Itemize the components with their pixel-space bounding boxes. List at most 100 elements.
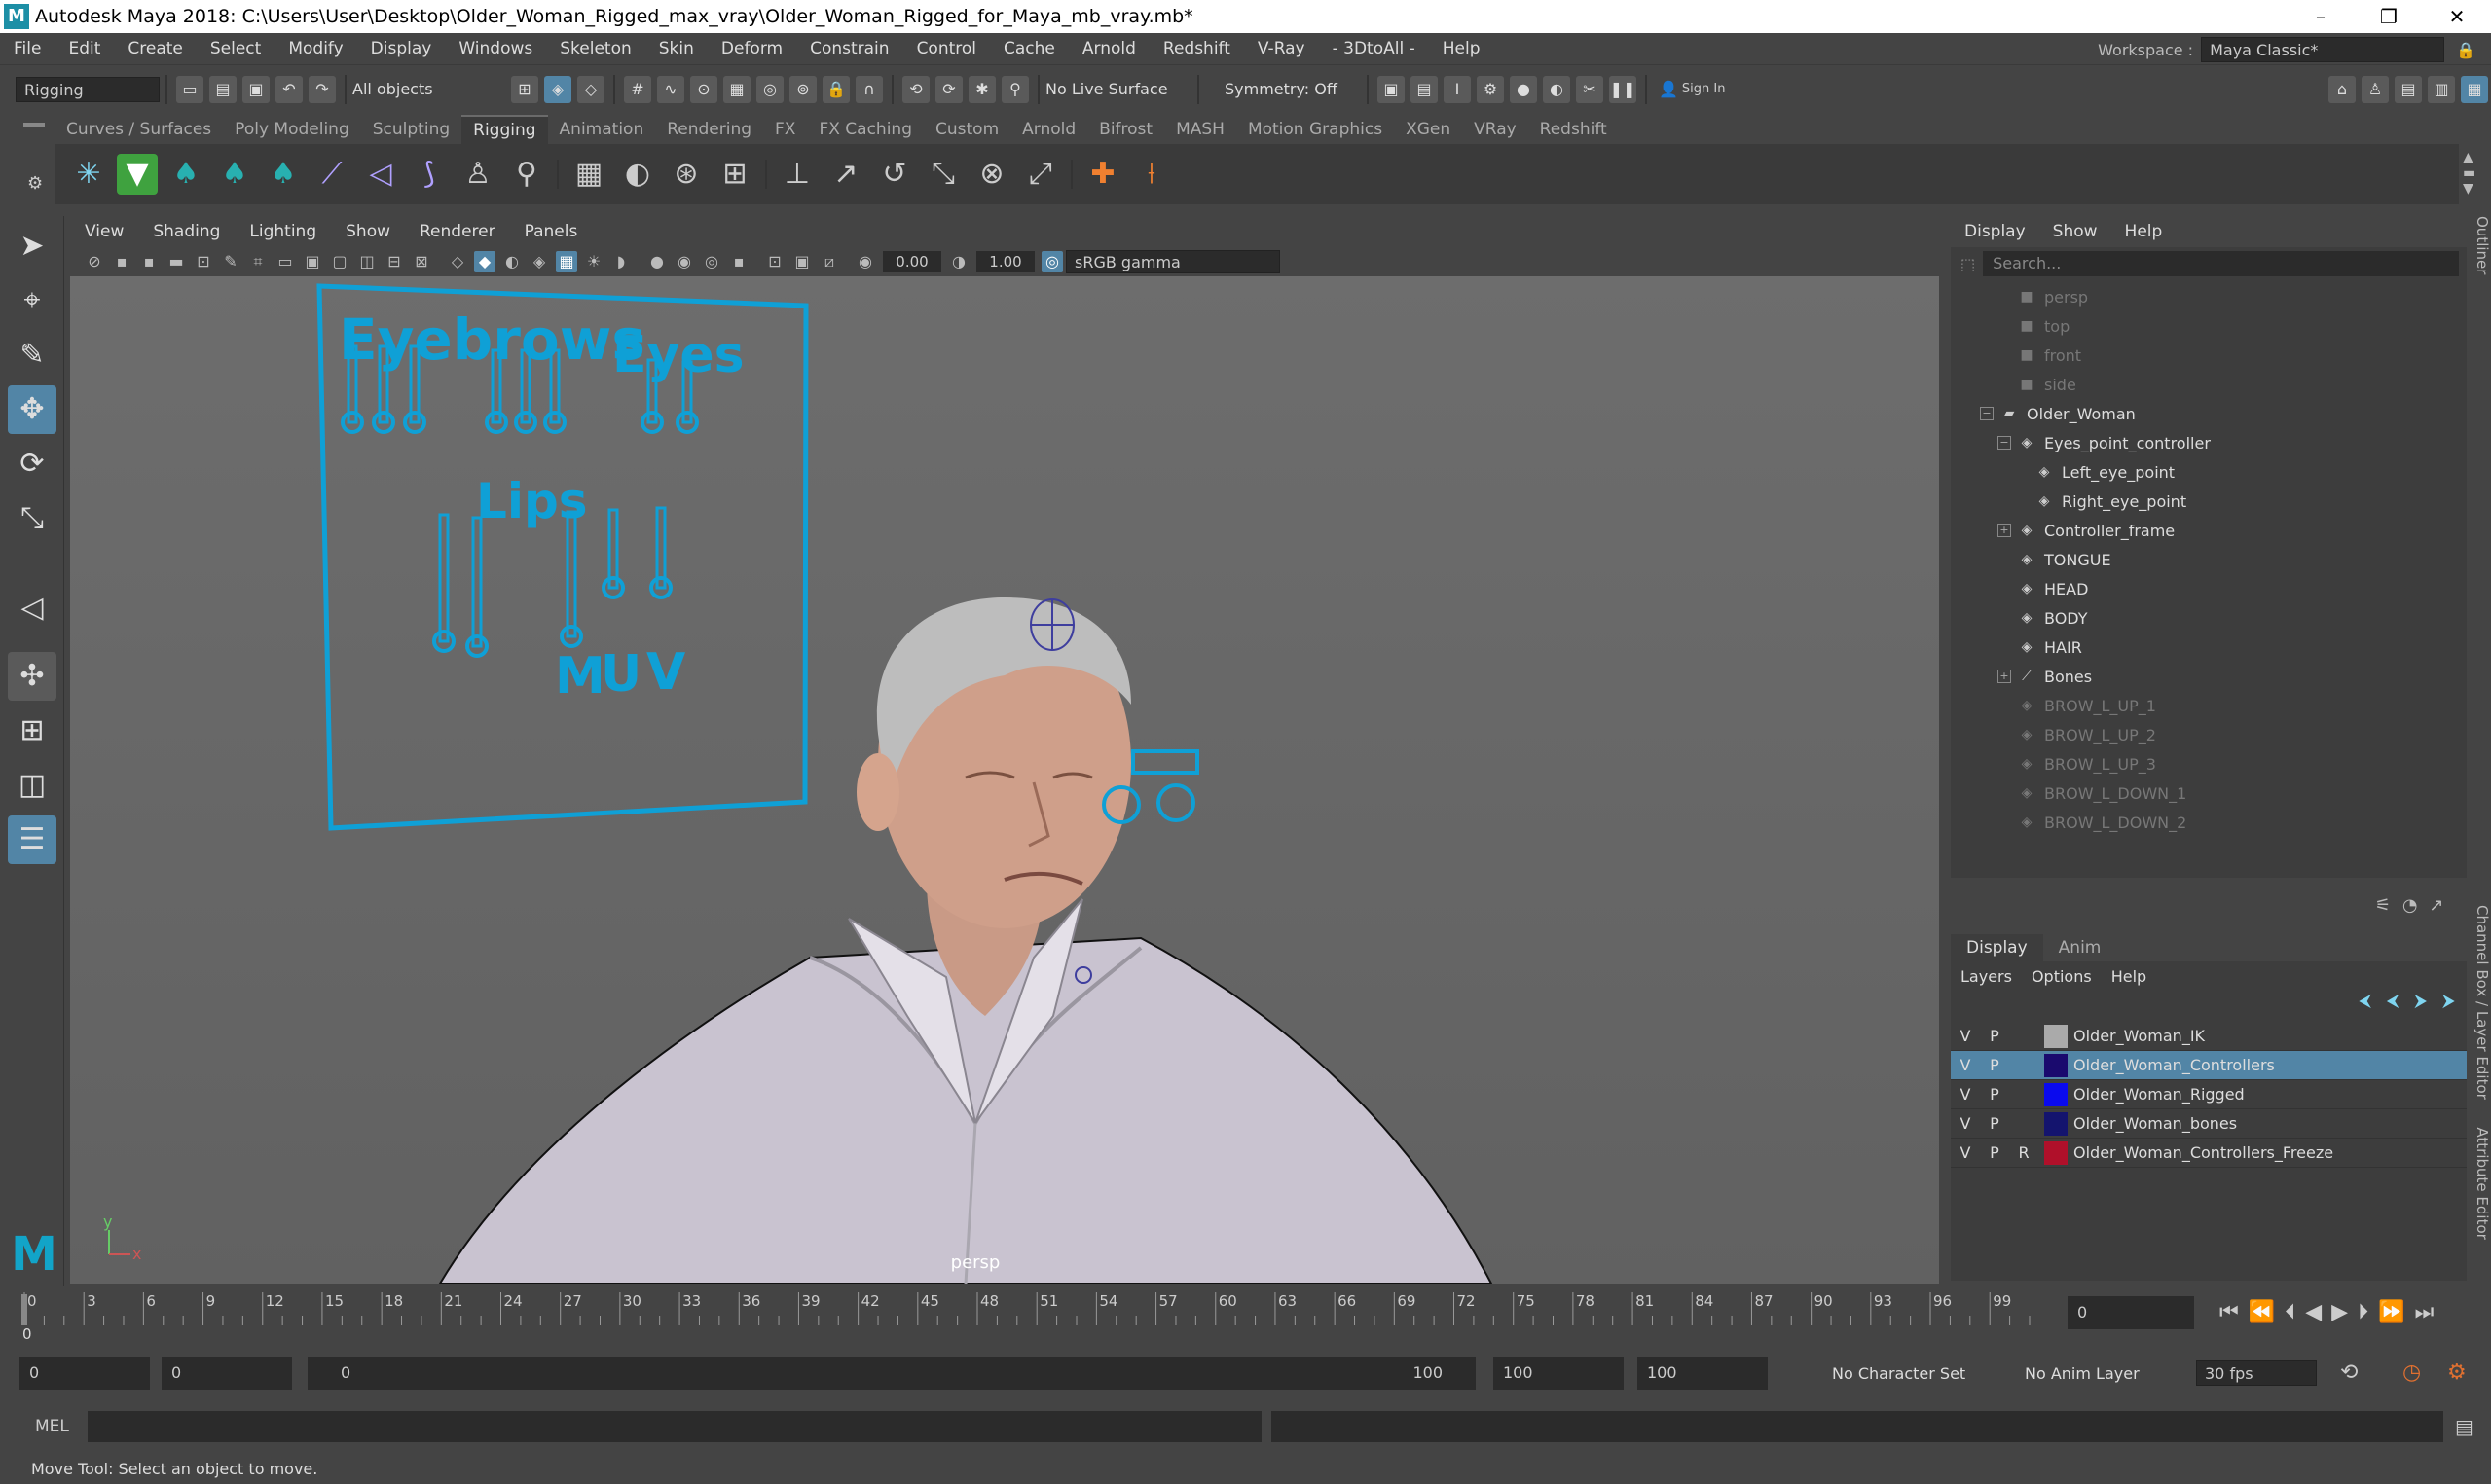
safe-title-icon[interactable]: ⊠ bbox=[411, 251, 432, 272]
ik-handle-icon[interactable]: ◁ bbox=[360, 154, 401, 195]
camera-attributes-icon[interactable]: ▪ bbox=[111, 251, 132, 272]
menu-select[interactable]: Select bbox=[197, 39, 275, 58]
open-scene-icon[interactable]: ▤ bbox=[209, 75, 237, 103]
layer-color-swatch[interactable] bbox=[2044, 1024, 2068, 1048]
shelf-tab-sculpting[interactable]: Sculpting bbox=[361, 116, 461, 143]
lasso-tool-icon[interactable]: ⌖ bbox=[8, 276, 56, 325]
layer-row[interactable]: V P Older_Woman_bones bbox=[1951, 1109, 2467, 1139]
redo-icon[interactable]: ↷ bbox=[309, 75, 336, 103]
shelf-tab-rendering[interactable]: Rendering bbox=[655, 116, 763, 143]
channel-box-side-tab[interactable]: Channel Box / Layer Editor Attribute Edi… bbox=[2470, 905, 2491, 1294]
shelf-tab-rigging[interactable]: Rigging bbox=[461, 115, 548, 144]
shelf-tab-motion-graphics[interactable]: Motion Graphics bbox=[1236, 116, 1394, 143]
move-tool-icon[interactable]: ✥ bbox=[8, 385, 56, 434]
snap-together-icon[interactable]: ⚲ bbox=[1002, 75, 1029, 103]
channel-box-icon-b[interactable]: ◔ bbox=[2402, 895, 2418, 916]
outliner-item[interactable]: + ⟋ Bones bbox=[1951, 662, 2467, 691]
layer-row[interactable]: V P Older_Woman_IK bbox=[1951, 1022, 2467, 1051]
menu-modify[interactable]: Modify bbox=[275, 39, 356, 58]
outliner-item[interactable]: ◈ Right_eye_point bbox=[1951, 487, 2467, 516]
layer-visibility-toggle[interactable]: V bbox=[1951, 1085, 1980, 1104]
go-to-start-icon[interactable]: ⏮ bbox=[2219, 1300, 2249, 1324]
menu-arnold[interactable]: Arnold bbox=[1069, 39, 1150, 58]
shelf-settings-icon[interactable]: ⚙ bbox=[27, 173, 43, 194]
layer-playback-toggle[interactable]: P bbox=[1980, 1114, 2009, 1133]
command-input[interactable] bbox=[88, 1411, 1262, 1442]
shelf-tab-custom[interactable]: Custom bbox=[924, 116, 1010, 143]
current-time-marker[interactable] bbox=[21, 1294, 27, 1325]
bind-skin-icon[interactable]: ▦ bbox=[568, 154, 609, 195]
time-ruler[interactable]: 0 3 6 9 12 15 18 21 24 27 30 33 36 39 42 45 48 51 54 57 60 63… bbox=[21, 1286, 2085, 1343]
play-forward-icon[interactable]: ▶ bbox=[2331, 1300, 2358, 1324]
preferences-icon[interactable]: ⚙ bbox=[2447, 1360, 2467, 1385]
layer-playback-toggle[interactable]: P bbox=[1980, 1027, 2009, 1045]
layer-visibility-toggle[interactable]: V bbox=[1951, 1027, 1980, 1045]
attribute-editor-icon[interactable]: ▤ bbox=[2395, 75, 2422, 103]
four-view-layout-icon[interactable]: ⊞ bbox=[8, 706, 56, 755]
layer-menu-layers[interactable]: Layers bbox=[1951, 967, 2022, 986]
lattice-icon[interactable]: ♠ bbox=[214, 154, 255, 195]
resolution-gate-icon[interactable]: ▣ bbox=[302, 251, 323, 272]
xray-icon[interactable]: ▣ bbox=[791, 251, 813, 272]
film-gate-icon[interactable]: ▭ bbox=[275, 251, 296, 272]
panel-menu-lighting[interactable]: Lighting bbox=[235, 222, 331, 241]
grease-pencil-icon[interactable]: ✎ bbox=[220, 251, 241, 272]
menu-skin[interactable]: Skin bbox=[645, 39, 708, 58]
shelf-tab-animation[interactable]: Animation bbox=[548, 116, 656, 143]
outliner-item[interactable]: ■ top bbox=[1951, 311, 2467, 341]
magnet-icon[interactable]: ∩ bbox=[856, 75, 883, 103]
workspace-dropdown[interactable]: Maya Classic* bbox=[2201, 37, 2445, 62]
exposure-field[interactable]: 0.00 bbox=[883, 251, 941, 272]
orient-constraint-icon[interactable]: ↺ bbox=[874, 154, 915, 195]
ipr-render-icon[interactable]: I bbox=[1444, 75, 1471, 103]
layer-color-swatch[interactable] bbox=[2044, 1140, 2068, 1165]
panel-menu-show[interactable]: Show bbox=[331, 222, 405, 241]
wireframe-icon[interactable]: ◇ bbox=[447, 251, 468, 272]
layer-row[interactable]: V P Older_Woman_Controllers bbox=[1951, 1051, 2467, 1080]
render-view-icon[interactable]: ▣ bbox=[1377, 75, 1405, 103]
shelf-tab-redshift[interactable]: Redshift bbox=[1528, 116, 1619, 143]
field-chart-icon[interactable]: ◫ bbox=[356, 251, 378, 272]
mel-label[interactable]: MEL bbox=[35, 1417, 69, 1436]
menu-control[interactable]: Control bbox=[903, 39, 990, 58]
outliner-menu-help[interactable]: Help bbox=[2111, 222, 2177, 241]
modeling-toolkit-icon[interactable]: ⌂ bbox=[2328, 75, 2356, 103]
new-layer-selected-icon[interactable]: ⮞ bbox=[2442, 991, 2455, 1011]
step-forward-key-icon[interactable]: ⏩ bbox=[2378, 1300, 2414, 1324]
pole-vector-icon[interactable]: ⤢ bbox=[1020, 154, 1061, 195]
snap-grid-icon[interactable]: # bbox=[624, 75, 651, 103]
new-layer-icon[interactable]: ⮞ bbox=[2414, 991, 2427, 1011]
gamma-icon[interactable]: ◑ bbox=[948, 251, 970, 272]
outliner-menu-show[interactable]: Show bbox=[2039, 222, 2111, 241]
shelf-tab-vray[interactable]: VRay bbox=[1462, 116, 1528, 143]
tool-settings-icon[interactable]: ▥ bbox=[2428, 75, 2455, 103]
shelf-collapse-handle[interactable] bbox=[23, 123, 45, 127]
perspective-viewport[interactable]: Eyebrows Eyes Lips M U V y x persp bbox=[70, 276, 1939, 1284]
layer-row[interactable]: V P R Older_Woman_Controllers_Freeze bbox=[1951, 1139, 2467, 1168]
snap-surface-icon[interactable]: ◎ bbox=[756, 75, 784, 103]
new-scene-icon[interactable]: ▭ bbox=[176, 75, 203, 103]
layer-visibility-toggle[interactable]: V bbox=[1951, 1114, 1980, 1133]
play-back-icon[interactable]: ◀ bbox=[2305, 1300, 2331, 1324]
panel-menu-renderer[interactable]: Renderer bbox=[405, 222, 510, 241]
reset-transform-icon[interactable]: ⟊ bbox=[1131, 154, 1172, 195]
shelf-tab-fx[interactable]: FX bbox=[763, 116, 807, 143]
bookmarks-icon[interactable]: ▪ bbox=[138, 251, 160, 272]
outliner-item[interactable]: + ◈ Controller_frame bbox=[1951, 516, 2467, 545]
outliner-item[interactable]: ◈ BODY bbox=[1951, 603, 2467, 633]
lock-icon[interactable]: 🔒 bbox=[2456, 41, 2475, 59]
layer-playback-toggle[interactable]: P bbox=[1980, 1085, 2009, 1104]
arnold-render-icon[interactable]: ◐ bbox=[1543, 75, 1570, 103]
menu-redshift[interactable]: Redshift bbox=[1150, 39, 1244, 58]
outliner-search-input[interactable]: Search... bbox=[1983, 251, 2459, 276]
layer-tab-display[interactable]: Display bbox=[1951, 934, 2043, 961]
sign-in-dropdown[interactable]: Sign In bbox=[1682, 82, 1779, 96]
use-all-lights-icon[interactable]: ☀ bbox=[583, 251, 604, 272]
close-button[interactable]: ✕ bbox=[2423, 0, 2491, 33]
safe-action-icon[interactable]: ⊟ bbox=[384, 251, 405, 272]
textured-icon[interactable]: ◈ bbox=[529, 251, 550, 272]
panel-menu-view[interactable]: View bbox=[70, 222, 138, 241]
menu-deform[interactable]: Deform bbox=[708, 39, 796, 58]
wireframe-on-shaded-icon[interactable]: ▦ bbox=[556, 251, 577, 272]
move-layer-up-icon[interactable]: ⮜ bbox=[2359, 991, 2371, 1011]
